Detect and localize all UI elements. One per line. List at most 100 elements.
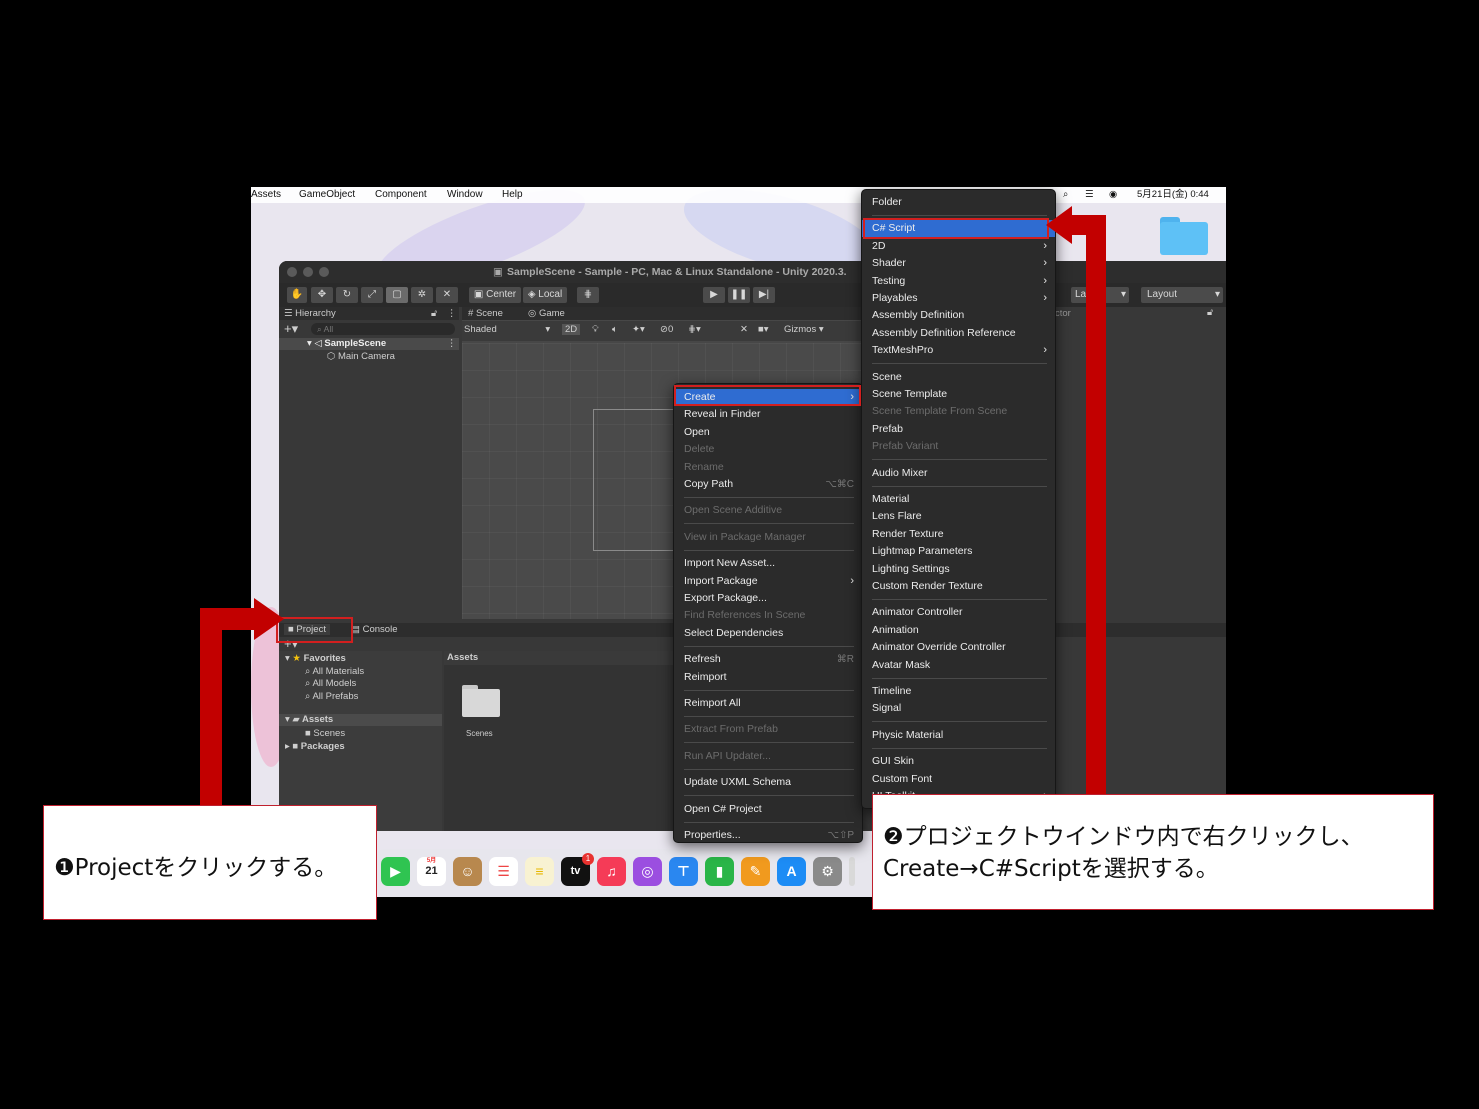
scenes-folder-node[interactable]: ■ Scenes [305,728,345,739]
favorite-all-materials[interactable]: ⌕ All Materials [305,666,364,677]
tab-game[interactable]: ◎ Game [528,307,565,320]
menu-item-material[interactable]: Material [862,491,1055,508]
camera-icon[interactable]: ■▾ [758,324,769,335]
favorite-all-prefabs[interactable]: ⌕ All Prefabs [305,691,358,702]
menu-item-testing[interactable]: Testing › [862,273,1055,290]
zoom-window-button[interactable] [319,267,329,277]
rect-tool-icon[interactable]: ▢ [386,287,408,303]
system-preferences-icon[interactable]: ⚙ [813,857,842,886]
lock-icon[interactable]: 🔓︎ [431,307,437,320]
assets-folder-row[interactable]: ▾ ▰ Assets [279,714,442,726]
hidden-objects-icon[interactable]: ⊘0 [660,324,673,335]
effects-toggle-icon[interactable]: ✦▾ [632,324,645,335]
menu-item-properties[interactable]: Properties... ⌥⇧P [674,827,862,844]
pages-icon[interactable]: ✎ [741,857,770,886]
menu-item-shader[interactable]: Shader › [862,255,1055,272]
menu-item-textmeshpro[interactable]: TextMeshPro › [862,342,1055,359]
menu-item-gui-skin[interactable]: GUI Skin [862,753,1055,770]
packages-node[interactable]: ▸ ■ Packages [285,741,345,752]
kebab-menu-icon[interactable]: ⋮ [447,307,457,320]
menu-item-import-new-asset[interactable]: Import New Asset... [674,555,862,572]
siri-icon[interactable]: ◉ [1109,187,1117,203]
menu-item-custom-render-texture[interactable]: Custom Render Texture [862,578,1055,595]
menu-item-folder[interactable]: Folder [862,194,1055,211]
contacts-icon[interactable]: ☺ [453,857,482,886]
step-button[interactable]: ▶| [753,287,775,303]
numbers-icon[interactable]: ▮ [705,857,734,886]
menu-item-open-c-project[interactable]: Open C# Project [674,801,862,818]
hierarchy-tab[interactable]: ☰ Hierarchy [284,307,336,320]
menubar-window[interactable]: Window [447,187,483,203]
grid-snap-icon[interactable]: ⋕ [577,287,599,303]
menu-item-select-dependencies[interactable]: Select Dependencies [674,625,862,642]
menu-item-reveal-in-finder[interactable]: Reveal in Finder [674,406,862,423]
calendar-icon[interactable]: 5月 21 [417,857,446,886]
menu-item-animator-controller[interactable]: Animator Controller [862,604,1055,621]
music-icon[interactable]: ♫ [597,857,626,886]
transform-tool-icon[interactable]: ✲ [411,287,433,303]
menu-item-prefab[interactable]: Prefab [862,421,1055,438]
pivot-center-button[interactable]: ▣ Center [469,287,521,303]
hierarchy-item-main-camera[interactable]: ⬡ Main Camera [327,351,395,362]
menu-item-scene-template[interactable]: Scene Template [862,386,1055,403]
assets-breadcrumb-label[interactable]: Assets [447,652,478,663]
menu-item-reimport[interactable]: Reimport [674,669,862,686]
rotate-tool-icon[interactable]: ↻ [336,287,358,303]
menu-item-copy-path[interactable]: Copy Path ⌥⌘C [674,476,862,493]
tab-console[interactable]: ▤ Console [351,624,397,635]
tab-scene[interactable]: # Scene [468,307,503,320]
pause-button[interactable]: ❚❚ [728,287,750,303]
minimize-window-button[interactable] [303,267,313,277]
menu-item-2d[interactable]: 2D › [862,238,1055,255]
favorite-all-models[interactable]: ⌕ All Models [305,678,356,689]
pivot-local-button[interactable]: ◈ Local [523,287,567,303]
menubar-component[interactable]: Component [375,187,427,203]
reminders-icon[interactable]: ☰ [489,857,518,886]
play-button[interactable]: ▶ [703,287,725,303]
move-tool-icon[interactable]: ✥ [311,287,333,303]
menubar-help[interactable]: Help [502,187,523,203]
toggle-2d-button[interactable]: 2D [562,324,581,335]
menu-item-lightmap-parameters[interactable]: Lightmap Parameters [862,543,1055,560]
inspector-tab[interactable]: ctor [1055,308,1071,319]
menu-item-update-uxml-schema[interactable]: Update UXML Schema [674,774,862,791]
menu-item-timeline[interactable]: Timeline [862,683,1055,700]
tools-icon[interactable]: ✕ [740,324,748,335]
menu-item-assembly-definition[interactable]: Assembly Definition [862,307,1055,324]
menu-item-export-package[interactable]: Export Package... [674,590,862,607]
menu-item-open[interactable]: Open [674,424,862,441]
podcasts-icon[interactable]: ◎ [633,857,662,886]
menubar-assets[interactable]: Assets [251,187,281,203]
inspector-lock-icon[interactable]: 🔓︎ [1207,307,1213,318]
menu-item-animation[interactable]: Animation [862,622,1055,639]
menu-item-custom-font[interactable]: Custom Font [862,771,1055,788]
desktop-folder-icon[interactable] [1160,217,1208,255]
menu-item-signal[interactable]: Signal [862,700,1055,717]
hierarchy-search-input[interactable]: ⌕ All [311,323,455,335]
add-object-button[interactable]: +▾ [284,321,298,337]
hand-tool-icon[interactable]: ✋ [287,287,307,303]
scene-menu-icon[interactable]: ⋮ [447,338,457,349]
layout-dropdown[interactable]: Layout ▾ [1141,287,1223,303]
notes-icon[interactable]: ≡ [525,857,554,886]
menu-item-import-package[interactable]: Import Package › [674,573,862,590]
menubar-clock[interactable]: 5月21日(金) 0:44 [1137,187,1209,203]
menu-item-reimport-all[interactable]: Reimport All [674,695,862,712]
menu-item-lighting-settings[interactable]: Lighting Settings [862,561,1055,578]
menu-item-physic-material[interactable]: Physic Material [862,727,1055,744]
audio-toggle-icon[interactable]: 🔈︎ [612,324,618,335]
menu-item-animator-override-controller[interactable]: Animator Override Controller [862,639,1055,656]
facetime-icon[interactable]: ▶ [381,857,410,886]
menubar-gameobject[interactable]: GameObject [299,187,355,203]
gizmos-dropdown[interactable]: Gizmos ▾ [784,324,824,335]
menu-item-playables[interactable]: Playables › [862,290,1055,307]
grid-toggle-icon[interactable]: ⋕▾ [688,324,701,335]
folder-icon[interactable] [462,685,500,717]
menu-item-refresh[interactable]: Refresh ⌘R [674,651,862,668]
custom-tool-icon[interactable]: ✕ [436,287,458,303]
menu-item-avatar-mask[interactable]: Avatar Mask [862,657,1055,674]
scene-row[interactable]: ▾ ◁ SampleScene ⋮ [279,338,459,350]
scale-tool-icon[interactable]: ⤢ [361,287,383,303]
menu-item-audio-mixer[interactable]: Audio Mixer [862,465,1055,482]
spotlight-icon[interactable]: ⌕ [1063,187,1068,203]
